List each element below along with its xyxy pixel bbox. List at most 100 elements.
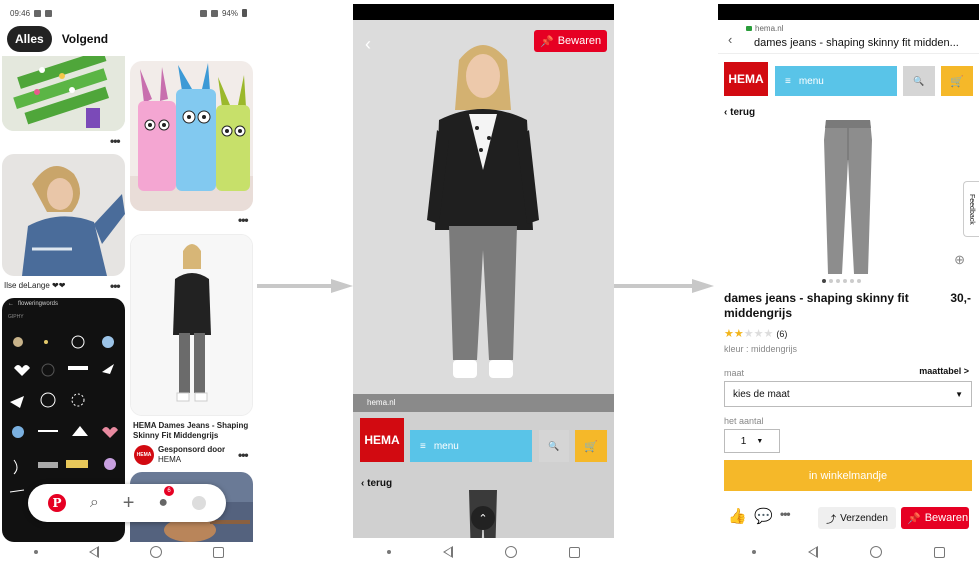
tab-following[interactable]: Volgend <box>62 32 108 46</box>
zoom-icon[interactable]: ⊕ <box>954 252 965 268</box>
mute-icon <box>199 9 207 17</box>
android-nav-bar <box>0 538 257 566</box>
back-icon[interactable]: ‹ <box>728 32 732 47</box>
pin-toilet-roll-bunnies[interactable] <box>130 61 253 211</box>
arrow-head-icon <box>331 279 353 293</box>
wifi-icon <box>210 9 218 17</box>
search-icon: 🔍 <box>548 440 560 451</box>
thumbs-up-icon[interactable]: 👍 <box>728 507 747 525</box>
pin-caption: Ilse deLange ❤❤ <box>4 281 66 290</box>
recents-button[interactable] <box>212 546 224 558</box>
pinterest-feed-screen: 09:46 94% Alles Volgend ••• Ilse deLange… <box>0 4 257 566</box>
carousel-dot[interactable] <box>843 279 847 283</box>
back-button[interactable] <box>443 546 453 558</box>
pin-icon: 📌 <box>907 512 921 525</box>
website-domain[interactable]: hema.nl <box>353 394 614 412</box>
rating-stars[interactable]: ★ ★ ★ ★ ★ (6) <box>724 327 787 340</box>
pin-craft-sticks[interactable] <box>2 56 125 131</box>
recents-button[interactable] <box>569 546 580 558</box>
hema-logo[interactable]: HEMA <box>724 62 768 96</box>
person-photo <box>2 154 125 276</box>
menu-button[interactable]: ≡ menu <box>410 430 532 462</box>
size-label: maat <box>724 368 745 378</box>
image-carousel-dots <box>822 279 861 283</box>
notification-icon <box>34 9 42 17</box>
avatar[interactable] <box>191 496 206 510</box>
hema-product-screen: ‹ hema.nl dames jeans - shaping skinny f… <box>718 4 979 566</box>
back-button[interactable] <box>808 546 818 558</box>
carousel-dot[interactable] <box>857 279 861 283</box>
cart-button[interactable]: 🛒 <box>941 66 973 96</box>
lock-icon <box>746 26 752 31</box>
status-bar: 09:46 94% <box>0 4 257 22</box>
hema-logo[interactable]: HEMA <box>360 418 404 462</box>
carousel-dot[interactable] <box>836 279 840 283</box>
clock: 09:46 <box>10 8 31 18</box>
home-button[interactable] <box>149 546 162 558</box>
notification-badge: 6 <box>164 486 175 496</box>
search-button[interactable]: 🔍 <box>539 430 569 462</box>
star-icon: ★ <box>763 328 774 340</box>
cart-button[interactable]: 🛒 <box>575 430 607 462</box>
recents-button[interactable] <box>934 546 945 558</box>
search-icon[interactable]: ⌕ <box>90 494 99 512</box>
notification-icon <box>45 9 53 17</box>
pin-more-button[interactable]: ••• <box>238 448 249 462</box>
nav-dot-icon <box>33 550 38 554</box>
product-image[interactable] <box>818 120 878 276</box>
save-button[interactable]: 📌 Bewaren <box>534 30 608 52</box>
craft-sticks-image <box>2 56 125 131</box>
menu-button[interactable]: ≡ menu <box>775 66 897 96</box>
page-title: dames jeans - shaping skinny fit midden.… <box>754 37 959 49</box>
home-button[interactable] <box>870 546 882 558</box>
product-price: 30,- <box>950 291 971 305</box>
pin-hema-jeans[interactable] <box>130 234 253 416</box>
add-to-cart-button[interactable]: in winkelmandje <box>724 460 972 491</box>
carousel-dot[interactable] <box>850 279 854 283</box>
comment-icon[interactable]: 💬 <box>754 507 773 525</box>
chevron-down-icon: ▼ <box>955 389 963 399</box>
plus-icon[interactable]: + <box>123 492 135 515</box>
back-button[interactable] <box>88 546 99 558</box>
size-select[interactable]: kies de maat ▼ <box>724 381 972 407</box>
transition-arrow <box>257 279 353 293</box>
product-title: dames jeans - shaping skinny fit middeng… <box>724 291 909 320</box>
pinterest-logo-icon[interactable]: P <box>47 494 66 512</box>
quantity-select[interactable]: 1 ▼ <box>724 429 780 453</box>
transition-arrow <box>614 279 718 293</box>
review-count: (6) <box>776 328 788 339</box>
android-nav-bar <box>718 538 979 566</box>
pin-ilse-delange[interactable] <box>2 154 125 276</box>
back-link[interactable]: ‹ terug <box>361 478 392 489</box>
feedback-tab[interactable]: Feedback <box>963 181 979 237</box>
tab-all[interactable]: Alles <box>7 26 52 52</box>
carousel-dot[interactable] <box>829 279 833 283</box>
search-button[interactable]: 🔍 <box>903 66 935 96</box>
scroll-up-button[interactable]: ⌃ <box>471 506 495 530</box>
home-button[interactable] <box>505 546 517 558</box>
bottom-navigation: P ⌕ + ● 6 <box>28 484 226 522</box>
model-jeans-photo <box>131 235 252 415</box>
chevron-up-icon: ⌃ <box>478 512 488 525</box>
chat-icon[interactable]: ● 6 <box>158 486 175 512</box>
size-chart-link[interactable]: maattabel > <box>919 366 969 376</box>
star-icon: ★ <box>724 328 734 340</box>
carousel-dot[interactable] <box>822 279 826 283</box>
pin-more-button[interactable]: ••• <box>238 213 249 227</box>
more-icon[interactable]: ••• <box>780 507 791 521</box>
pin-more-button[interactable]: ••• <box>110 134 121 148</box>
search-icon: 🔍 <box>913 75 925 86</box>
arrow-head-icon <box>692 279 714 293</box>
chevron-down-icon: ▼ <box>756 437 764 445</box>
star-icon: ★ <box>753 328 764 340</box>
status-bar <box>718 4 979 20</box>
save-button[interactable]: 📌 Bewaren <box>901 507 969 529</box>
basket-icon: 🛒 <box>584 440 598 453</box>
send-button[interactable]: ⤴ Verzenden <box>818 507 896 529</box>
battery-icon <box>242 9 247 17</box>
back-icon[interactable]: ‹ <box>365 34 371 55</box>
pin-more-button[interactable]: ••• <box>110 279 121 293</box>
back-link[interactable]: ‹ terug <box>724 107 755 118</box>
pin-caption: HEMA Dames Jeans - Shaping Skinny Fit Mi… <box>133 421 249 440</box>
giphy-label: GIPHY <box>8 314 24 320</box>
